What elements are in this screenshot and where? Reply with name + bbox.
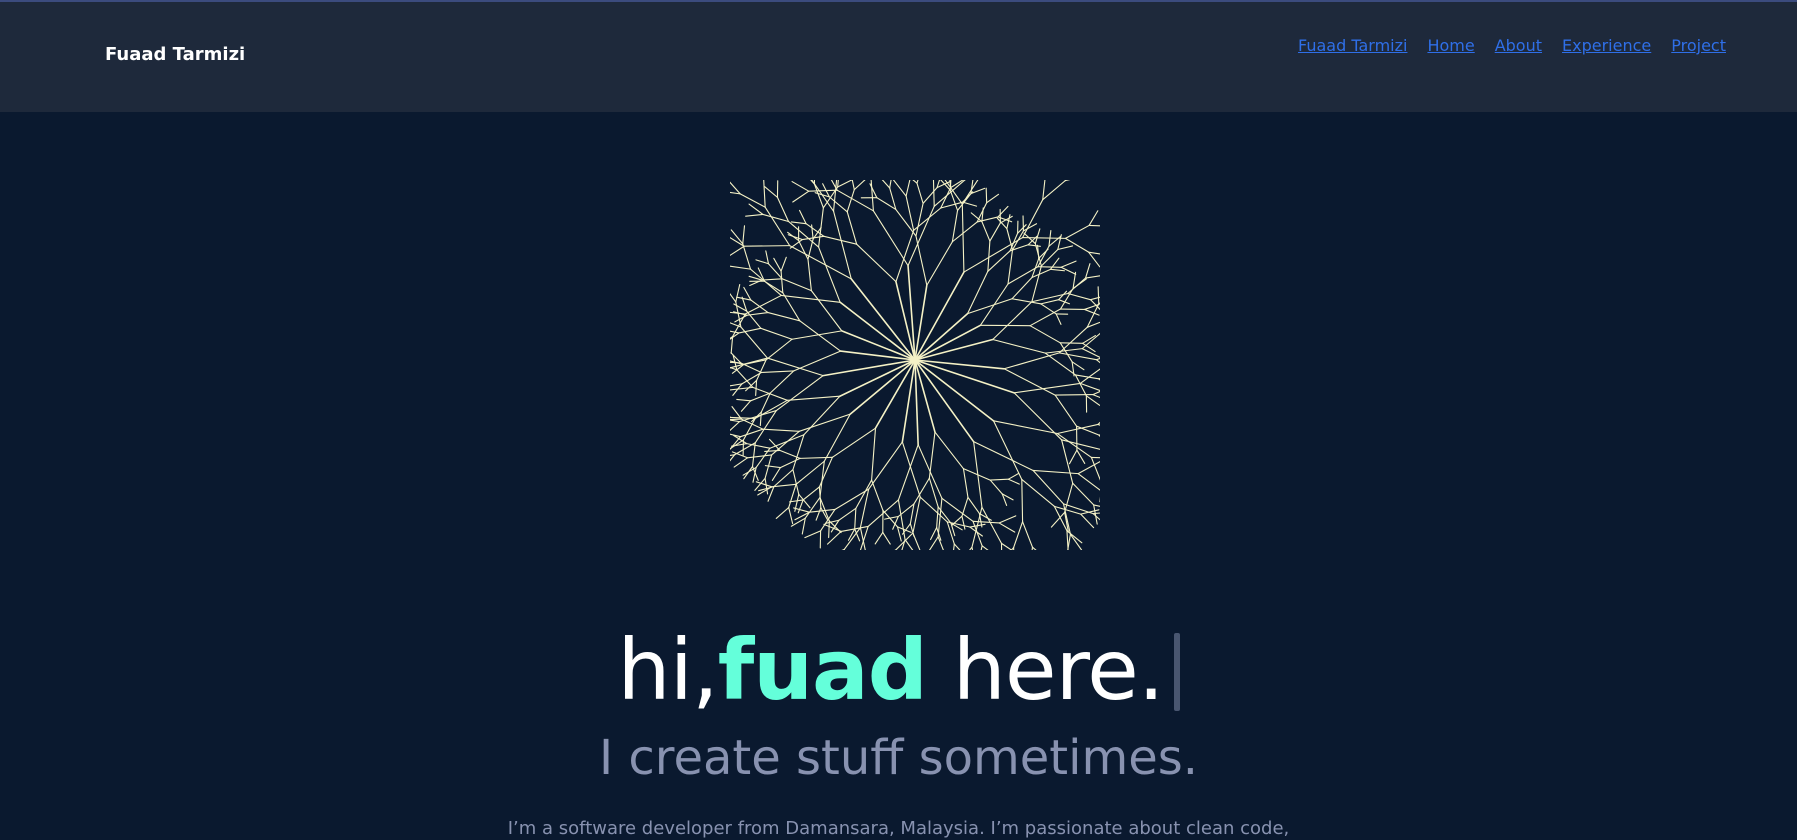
fractal-tree-illustration xyxy=(730,180,1100,550)
typing-cursor xyxy=(1173,633,1180,711)
nav-link-about[interactable]: About xyxy=(1495,36,1542,55)
hero-name: fuad xyxy=(717,621,928,719)
greeting-text: hi, xyxy=(617,621,718,719)
hero-suffix: here. xyxy=(926,621,1165,719)
site-header: Fuaad Tarmizi Fuaad Tarmizi Home About E… xyxy=(0,2,1797,112)
hero-headline: hi,fuad here. xyxy=(0,620,1797,720)
main-nav: Fuaad Tarmizi Home About Experience Proj… xyxy=(1298,36,1726,55)
nav-link-home[interactable]: Home xyxy=(1427,36,1474,55)
hero-subtitle: I create stuff sometimes. xyxy=(599,730,1198,786)
nav-link-experience[interactable]: Experience xyxy=(1562,36,1651,55)
brand-name[interactable]: Fuaad Tarmizi xyxy=(105,44,245,65)
hero-description: I’m a software developer from Damansara,… xyxy=(507,818,1290,839)
nav-link-project[interactable]: Project xyxy=(1671,36,1726,55)
nav-link-fuaad-tarmizi[interactable]: Fuaad Tarmizi xyxy=(1298,36,1407,55)
hero-section: hi,fuad here. I create stuff sometimes. xyxy=(0,620,1797,786)
